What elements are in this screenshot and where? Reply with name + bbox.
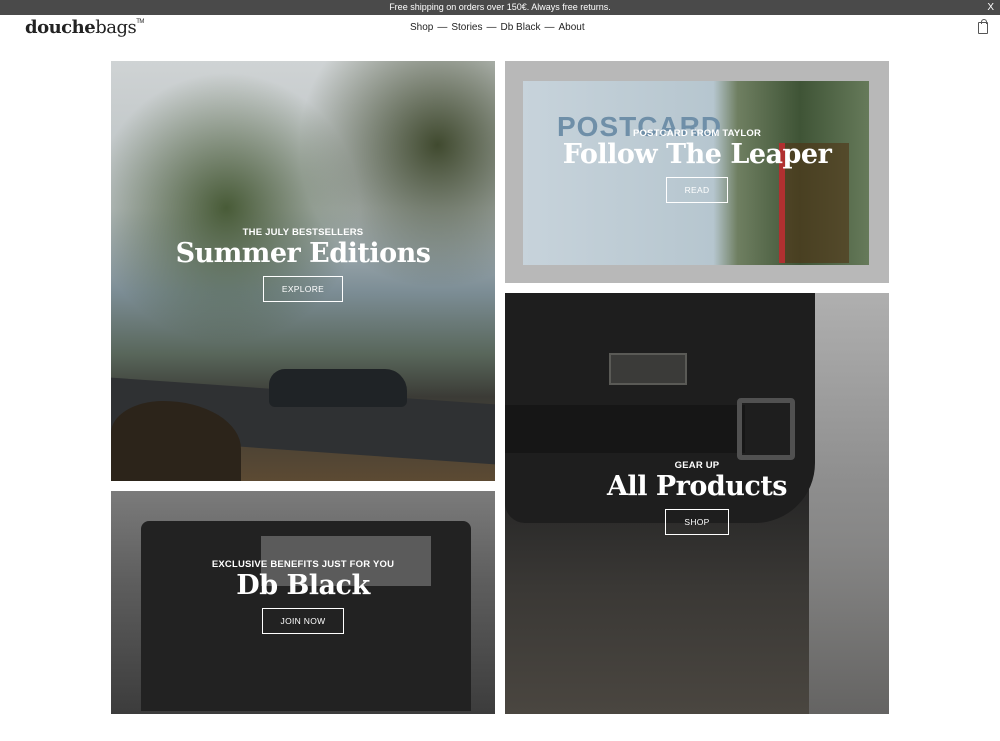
logo-patch-image [609, 353, 687, 385]
read-button[interactable]: READ [665, 177, 729, 203]
buckle-image [737, 398, 795, 460]
nav-stories[interactable]: Stories [451, 22, 482, 33]
postcard-eyebrow: POSTCARD FROM TAYLOR [632, 128, 762, 139]
nav-shop[interactable]: Shop [410, 22, 433, 33]
close-icon[interactable]: X [987, 0, 994, 15]
tile-summer-editions[interactable]: THE JULY BESTSELLERS Summer Editions EXP… [111, 61, 495, 481]
announcement-bar: Free shipping on orders over 150€. Alway… [0, 0, 1000, 15]
tile-follow-the-leaper[interactable]: POSTCARD POSTCARD FROM TAYLOR Follow The… [505, 61, 889, 283]
products-eyebrow: GEAR UP [674, 460, 720, 471]
summer-overlay: THE JULY BESTSELLERS Summer Editions EXP… [111, 227, 495, 302]
logo-bold-text: douche [25, 17, 96, 38]
nav-separator: — [486, 22, 497, 33]
brand-logo[interactable]: douchebagsTM [25, 17, 144, 38]
summer-headline: Summer Editions [175, 238, 431, 269]
tile-all-products[interactable]: GEAR UP All Products SHOP [505, 293, 889, 714]
car-image-area [269, 369, 407, 407]
postcard-overlay: POSTCARD FROM TAYLOR Follow The Leaper R… [505, 128, 889, 203]
explore-button[interactable]: EXPLORE [262, 276, 344, 302]
main-nav: Shop — Stories — Db Black — About [410, 22, 585, 33]
site-header: douchebagsTM Shop — Stories — Db Black —… [0, 15, 1000, 43]
strap-image-area [505, 405, 745, 453]
nav-db-black[interactable]: Db Black [500, 22, 540, 33]
logo-rest-text: bags [95, 17, 137, 38]
nav-separator: — [437, 22, 448, 33]
shopping-bag-icon[interactable] [978, 19, 988, 34]
postcard-headline: Follow The Leaper [562, 139, 832, 170]
black-eyebrow: EXCLUSIVE BENEFITS JUST FOR YOU [211, 559, 395, 570]
products-overlay: GEAR UP All Products SHOP [505, 460, 889, 535]
black-headline: Db Black [236, 570, 370, 601]
products-headline: All Products [606, 471, 788, 502]
nav-about[interactable]: About [559, 22, 585, 33]
announcement-text: Free shipping on orders over 150€. Alway… [389, 2, 611, 12]
join-now-button[interactable]: JOIN NOW [261, 608, 345, 634]
summer-eyebrow: THE JULY BESTSELLERS [242, 227, 364, 238]
logo-trademark: TM [136, 19, 144, 25]
black-overlay: EXCLUSIVE BENEFITS JUST FOR YOU Db Black… [111, 559, 495, 634]
shop-button[interactable]: SHOP [665, 509, 729, 535]
nav-separator: — [544, 22, 555, 33]
tile-db-black[interactable]: EXCLUSIVE BENEFITS JUST FOR YOU Db Black… [111, 491, 495, 714]
